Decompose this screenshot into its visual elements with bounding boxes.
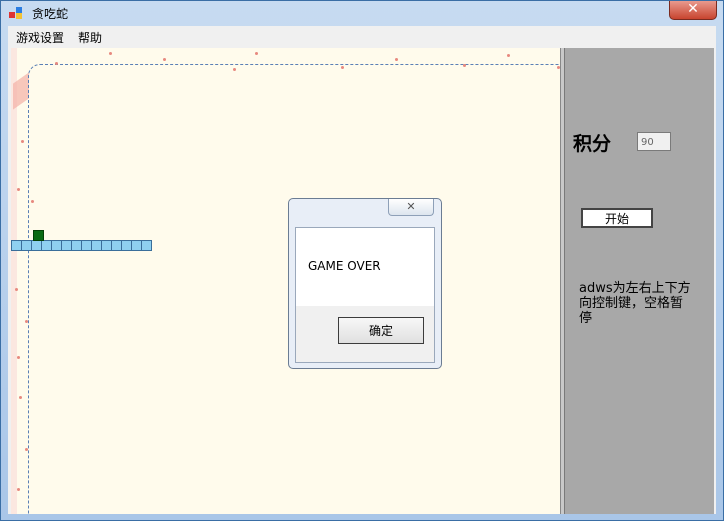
close-icon: ✕ — [687, 1, 699, 17]
snake-segment — [141, 240, 152, 251]
close-icon: ✕ — [406, 200, 416, 213]
game-over-dialog: ✕ GAME OVER 确定 — [288, 198, 442, 369]
snake-food — [33, 230, 44, 241]
window-close-button[interactable]: ✕ — [669, 1, 717, 20]
score-label: 积分 — [573, 133, 612, 155]
dialog-footer: 确定 — [296, 306, 434, 362]
menu-bar: 游戏设置 帮助 — [8, 26, 716, 47]
start-button[interactable]: 开始 — [581, 208, 653, 228]
window-title: 贪吃蛇 — [32, 7, 69, 21]
dialog-body: GAME OVER 确定 — [295, 227, 435, 363]
dialog-message: GAME OVER — [308, 259, 381, 273]
menu-help[interactable]: 帮助 — [78, 29, 102, 46]
ok-button[interactable]: 确定 — [338, 317, 424, 344]
app-icon — [9, 7, 22, 19]
game-board — [11, 48, 561, 514]
side-panel: 积分 90 开始 adws为左右上下方向控制键，空格暂停 — [564, 48, 714, 514]
dialog-close-button[interactable]: ✕ — [388, 199, 434, 216]
controls-help-text: adws为左右上下方向控制键，空格暂停 — [579, 281, 691, 326]
title-bar[interactable]: 贪吃蛇 ✕ — [1, 1, 723, 25]
score-field[interactable]: 90 — [637, 132, 671, 151]
board-edge-decoration — [11, 48, 17, 514]
menu-game-settings[interactable]: 游戏设置 — [16, 29, 64, 46]
